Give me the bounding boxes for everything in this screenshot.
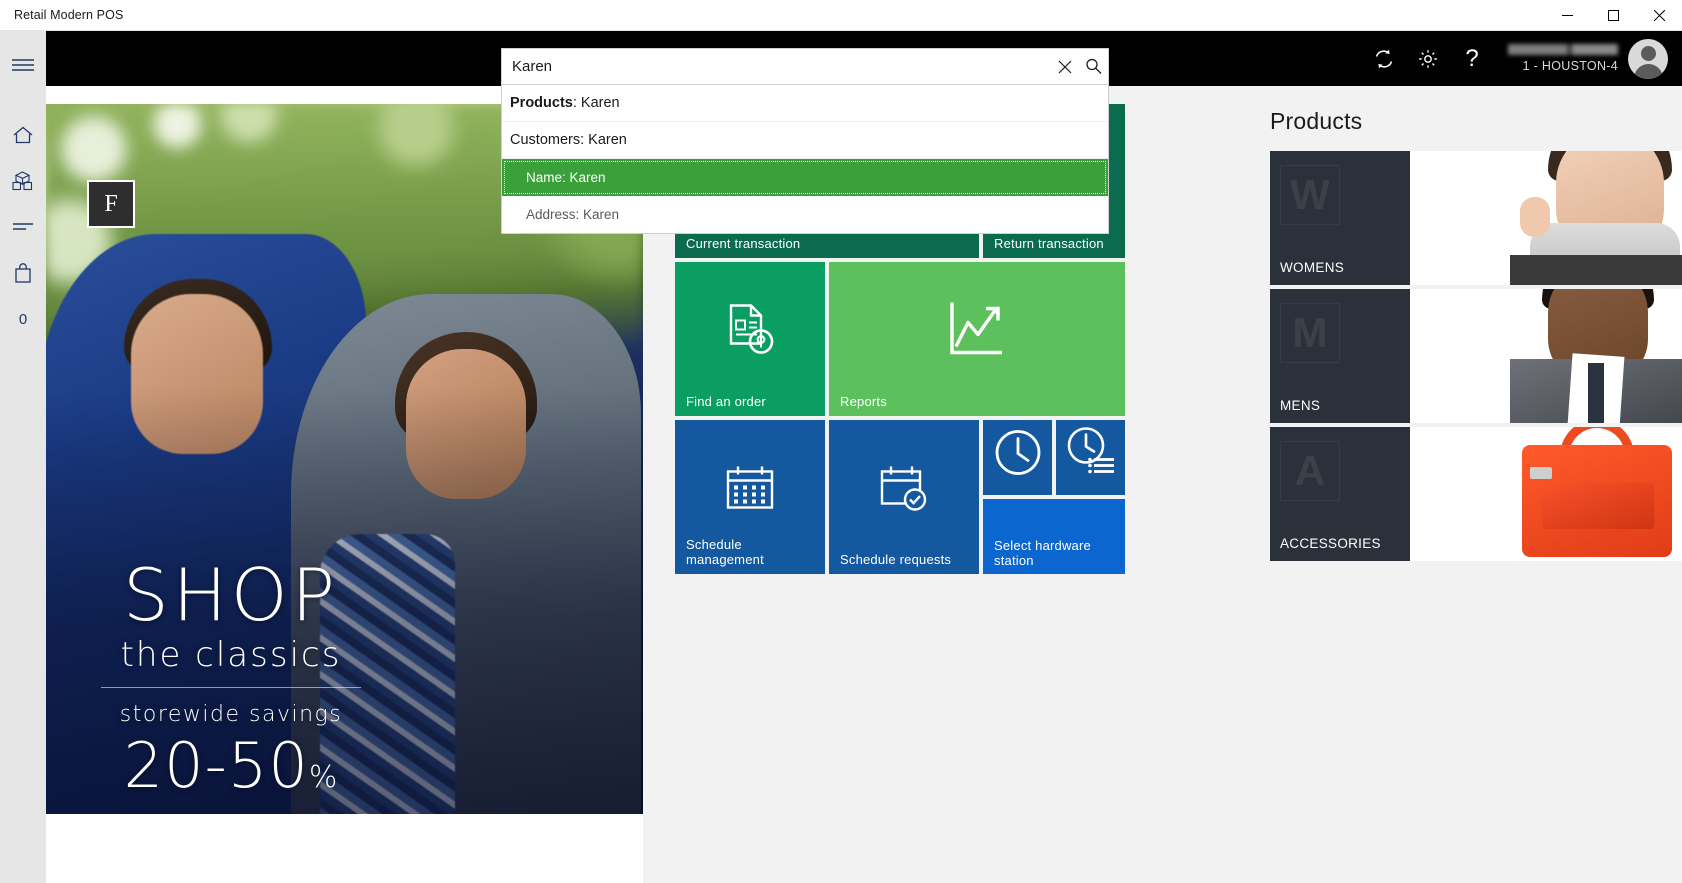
accessories-photo-flap	[1542, 483, 1654, 529]
avatar-head	[1640, 45, 1656, 61]
suggestion-products[interactable]: Products: Karen	[502, 85, 1108, 122]
accessories-photo	[1410, 427, 1682, 561]
tile-schedule-requests-label: Schedule requests	[840, 552, 952, 567]
search-box	[501, 48, 1109, 85]
search-icon[interactable]	[1079, 49, 1108, 84]
suggestion-customers-text: Customers: Karen	[510, 132, 627, 148]
window-title: Retail Modern POS	[14, 8, 124, 22]
hamburger-menu-button[interactable]	[0, 42, 46, 88]
tile-return-transaction-label: Return transaction	[994, 236, 1104, 251]
calendar-icon	[725, 465, 775, 516]
product-label-mens: MENS	[1280, 398, 1321, 413]
suggestion-products-bold: Products	[510, 95, 573, 111]
app-shell: 0 ? 1 - HOUSTON-4 Karen Products: Karen…	[0, 31, 1682, 883]
tile-time-clock-entries[interactable]	[1056, 420, 1125, 495]
mens-photo-tie	[1588, 363, 1604, 423]
mens-photo	[1410, 289, 1682, 423]
top-bar-actions: ? 1 - HOUSTON-4	[1362, 31, 1682, 86]
store-label: 1 - HOUSTON-4	[1522, 59, 1618, 73]
chart-up-icon	[946, 300, 1008, 365]
banner-text: SHOP the classics storewide savings 20-5…	[91, 552, 371, 802]
product-image-mens	[1410, 289, 1682, 423]
product-card-womens-left: W WOMENS	[1270, 151, 1410, 285]
clock-icon	[993, 427, 1043, 482]
products-title: Products	[1270, 108, 1363, 134]
product-card-mens-left: M MENS	[1270, 289, 1410, 423]
window-title-bar: Retail Modern POS	[0, 0, 1682, 31]
banner-discount-value: 20-50	[123, 729, 309, 802]
product-card-accessories[interactable]: A ACCESSORIES	[1270, 427, 1682, 561]
minimize-button[interactable]	[1544, 0, 1590, 31]
sidebar-item-products[interactable]	[0, 158, 46, 204]
suggestion-customer-address[interactable]: Address: Karen	[502, 196, 1108, 233]
banner-discount-unit: %	[308, 760, 339, 795]
clock-list-icon	[1065, 426, 1117, 481]
banner-promo-line: storewide savings	[119, 702, 343, 727]
tile-select-hardware-station[interactable]: Select hardware station	[983, 499, 1125, 574]
sidebar-item-home[interactable]	[0, 112, 46, 158]
tile-schedule-management-label: Schedule management	[686, 537, 764, 567]
sidebar-item-transactions[interactable]	[0, 204, 46, 250]
document-search-icon	[721, 301, 779, 364]
product-card-mens[interactable]: M MENS	[1270, 289, 1682, 423]
window-controls	[1544, 0, 1682, 31]
gear-icon[interactable]	[1406, 36, 1450, 82]
banner-subhead: the classics	[120, 635, 342, 675]
tile-select-hardware-station-label: Select hardware station	[994, 538, 1091, 568]
user-name	[1508, 44, 1618, 55]
left-navigation-rail: 0	[0, 31, 46, 883]
product-label-accessories: ACCESSORIES	[1280, 536, 1381, 551]
banner-headline: SHOP	[123, 552, 339, 637]
product-initial-mens: M	[1280, 303, 1340, 363]
womens-photo-coat	[1510, 255, 1682, 285]
content-area: ? 1 - HOUSTON-4 Karen Products: Karen C…	[46, 31, 1682, 883]
product-image-accessories	[1410, 427, 1682, 561]
womens-photo	[1410, 151, 1682, 285]
search-input[interactable]	[502, 49, 1050, 84]
products-pane: Products W WOMENS M MENS A ACCESSORIES	[1252, 86, 1682, 883]
avatar-body	[1633, 63, 1663, 79]
user-info[interactable]: 1 - HOUSTON-4	[1508, 36, 1618, 82]
cart-count: 0	[18, 310, 28, 328]
product-label-womens: WOMENS	[1280, 260, 1345, 275]
close-button[interactable]	[1636, 0, 1682, 31]
womens-photo-hand	[1520, 197, 1550, 237]
sync-icon[interactable]	[1362, 36, 1406, 82]
tile-reports-label: Reports	[840, 394, 887, 409]
tile-schedule-requests[interactable]: Schedule requests	[829, 420, 979, 574]
suggestion-customer-name[interactable]: Name: Karen	[502, 159, 1108, 196]
product-initial-womens: W	[1280, 165, 1340, 225]
sidebar-item-cart[interactable]	[0, 250, 46, 296]
product-card-accessories-left: A ACCESSORIES	[1270, 427, 1410, 561]
product-image-womens	[1410, 151, 1682, 285]
product-initial-accessories: A	[1280, 441, 1340, 501]
tile-find-an-order-label: Find an order	[686, 394, 766, 409]
calendar-check-icon	[879, 465, 929, 516]
search-container: Products: Karen Customers: Karen Name: K…	[501, 31, 1109, 234]
accessories-photo-clasp	[1530, 467, 1552, 479]
banner-logo: F	[87, 180, 135, 228]
clear-icon[interactable]	[1050, 49, 1079, 84]
tile-current-transaction-label: Current transaction	[686, 236, 801, 251]
banner-divider	[101, 687, 361, 688]
suggestion-customers[interactable]: Customers: Karen	[502, 122, 1108, 159]
suggestion-products-rest: : Karen	[572, 95, 620, 111]
tile-schedule-management[interactable]: Schedule management	[675, 420, 825, 574]
tile-find-an-order[interactable]: Find an order	[675, 262, 825, 416]
search-suggestions: Products: Karen Customers: Karen Name: K…	[501, 85, 1109, 234]
product-card-womens[interactable]: W WOMENS	[1270, 151, 1682, 285]
avatar[interactable]	[1628, 38, 1668, 79]
help-icon[interactable]: ?	[1450, 36, 1494, 82]
banner-discount: 20-50%	[91, 729, 371, 802]
tile-reports[interactable]: Reports	[829, 262, 1125, 416]
tile-time-clock[interactable]	[983, 420, 1052, 495]
maximize-button[interactable]	[1590, 0, 1636, 31]
